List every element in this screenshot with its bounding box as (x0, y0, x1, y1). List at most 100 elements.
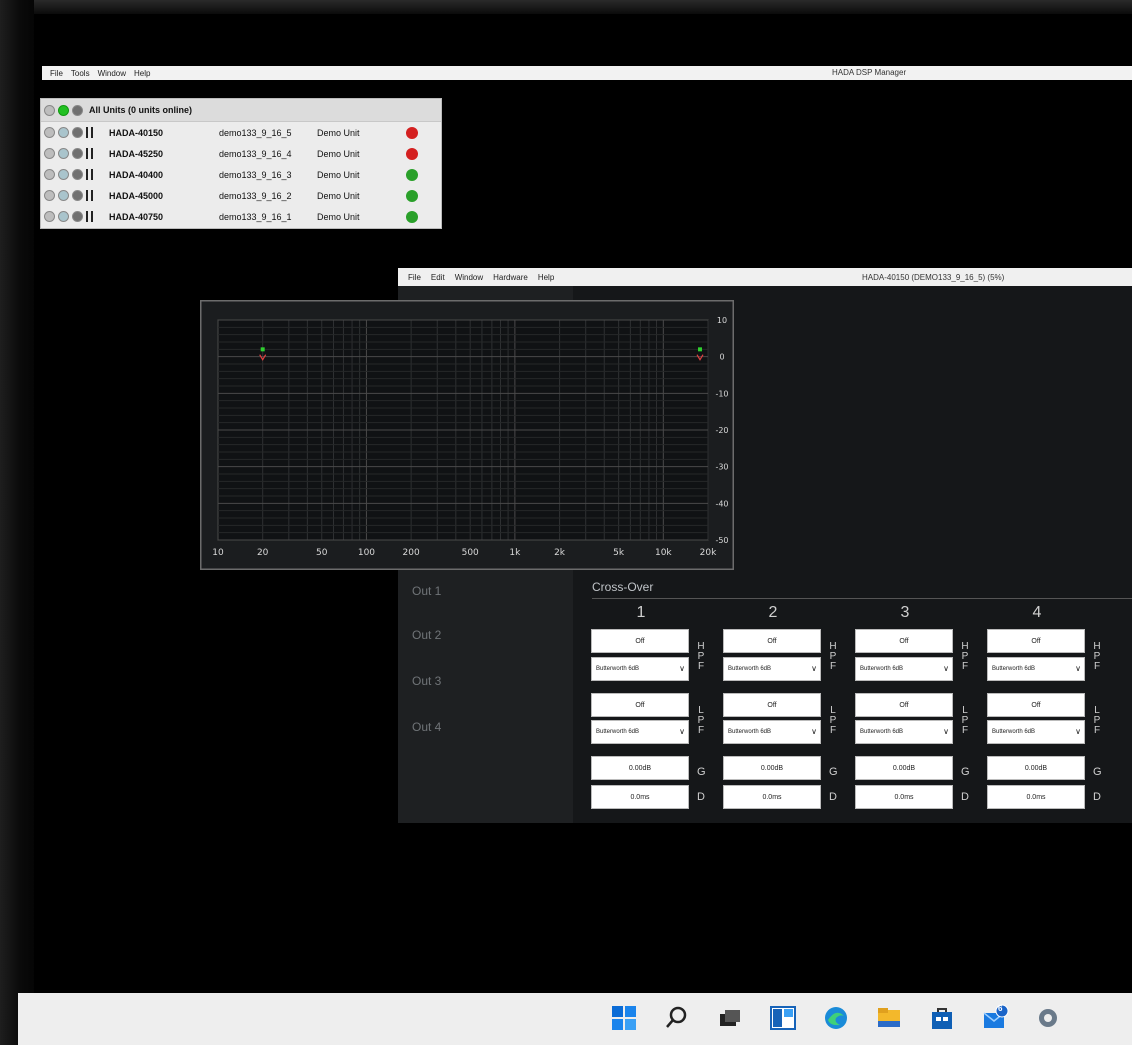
x-tick-label: 200 (403, 548, 420, 558)
collapse-icon[interactable] (44, 169, 55, 180)
hpf-type-select[interactable]: Butterworth 6dB ∨ (723, 657, 821, 681)
dsp-menubar: File Edit Window Hardware Help HADA-4015… (398, 268, 1132, 286)
pause-icon[interactable] (86, 190, 93, 201)
link-icon[interactable] (72, 190, 83, 201)
delay-field[interactable]: 0.0ms (987, 785, 1085, 809)
chevron-down-icon: ∨ (811, 727, 817, 736)
edge-icon[interactable] (822, 1004, 850, 1032)
chevron-down-icon: ∨ (811, 664, 817, 673)
x-tick-label: 500 (462, 548, 479, 558)
dsp-menu-help[interactable]: Help (538, 273, 554, 282)
unit-row[interactable]: HADA-40750 demo133_9_16_1 Demo Unit (41, 206, 441, 227)
x-tick-label: 5k (613, 548, 625, 558)
hpf-frequency-field[interactable]: Off (855, 629, 953, 653)
unit-row[interactable]: HADA-45250 demo133_9_16_4 Demo Unit (41, 143, 441, 164)
y-tick-label: 10 (717, 316, 727, 325)
task-view-icon[interactable] (716, 1004, 744, 1032)
status-icon[interactable] (406, 168, 418, 181)
gain-label: G (829, 766, 838, 778)
status-icon[interactable] (406, 189, 418, 202)
collapse-icon[interactable] (44, 190, 55, 201)
pause-icon[interactable] (86, 169, 93, 180)
collapse-icon[interactable] (44, 148, 55, 159)
dsp-menu-edit[interactable]: Edit (431, 273, 445, 282)
nav-item-out-3[interactable]: Out 3 (412, 674, 441, 688)
link-icon[interactable] (72, 127, 83, 138)
file-explorer-icon[interactable] (875, 1004, 903, 1032)
hpf-type-value: Butterworth 6dB (992, 666, 1036, 672)
hpf-label: HPF (1093, 641, 1101, 672)
collapse-icon[interactable] (44, 127, 55, 138)
gain-field[interactable]: 0.00dB (855, 756, 953, 780)
pause-icon[interactable] (86, 148, 93, 159)
delay-label: D (961, 791, 969, 803)
hpf-type-select[interactable]: Butterworth 6dB ∨ (987, 657, 1085, 681)
pause-icon[interactable] (86, 127, 93, 138)
lpf-type-select[interactable]: Butterworth 6dB ∨ (591, 720, 689, 744)
lpf-type-select[interactable]: Butterworth 6dB ∨ (723, 720, 821, 744)
link-icon[interactable] (72, 169, 83, 180)
gain-field[interactable]: 0.00dB (723, 756, 821, 780)
hpf-frequency-field[interactable]: Off (987, 629, 1085, 653)
menu-window[interactable]: Window (98, 69, 126, 78)
search-icon[interactable] (663, 1004, 691, 1032)
menu-help[interactable]: Help (134, 69, 150, 78)
lpf-type-select[interactable]: Butterworth 6dB ∨ (855, 720, 953, 744)
nav-item-out-2[interactable]: Out 2 (412, 628, 441, 642)
dsp-window-title: HADA-40150 (DEMO133_9_16_5) (5%) (862, 273, 1005, 282)
gain-field[interactable]: 0.00dB (591, 756, 689, 780)
file-explorer-icon-graphic (878, 1008, 900, 1027)
edge-icon-graphic (825, 1007, 847, 1029)
channel-number: 1 (636, 604, 646, 621)
dsp-menu-window[interactable]: Window (455, 273, 483, 282)
lpf-frequency-field[interactable]: Off (723, 693, 821, 717)
chevron-down-icon: ∨ (679, 727, 685, 736)
mail-badge: 6 (998, 1004, 1003, 1013)
gain-field[interactable]: 0.00dB (987, 756, 1085, 780)
pause-icon[interactable] (86, 211, 93, 222)
lpf-frequency-field[interactable]: Off (591, 693, 689, 717)
nav-item-out-4[interactable]: Out 4 (412, 720, 441, 734)
dsp-menu-file[interactable]: File (408, 273, 421, 282)
crossover-divider (592, 598, 1132, 599)
lpf-frequency-field[interactable]: Off (987, 693, 1085, 717)
link-icon[interactable] (72, 211, 83, 222)
hpf-frequency-field[interactable]: Off (723, 629, 821, 653)
unit-description: Demo Unit (317, 190, 360, 201)
widgets-icon[interactable] (769, 1004, 797, 1032)
nav-item-out-1[interactable]: Out 1 (412, 584, 441, 598)
status-icon[interactable] (406, 210, 418, 223)
settings-icon[interactable] (1034, 1004, 1062, 1032)
delay-field[interactable]: 0.0ms (723, 785, 821, 809)
menu-file[interactable]: File (50, 69, 63, 78)
status-icon[interactable] (406, 126, 418, 139)
device-icon (58, 169, 69, 180)
lpf-label: LPF (1093, 705, 1101, 736)
main-menubar: File Tools Window Help HADA DSP Manager (42, 66, 1132, 80)
chevron-down-icon: ∨ (679, 664, 685, 673)
delay-field[interactable]: 0.0ms (591, 785, 689, 809)
lpf-type-select[interactable]: Butterworth 6dB ∨ (987, 720, 1085, 744)
delay-field[interactable]: 0.0ms (855, 785, 953, 809)
menu-tools[interactable]: Tools (71, 69, 90, 78)
lpf-frequency-field[interactable]: Off (855, 693, 953, 717)
status-icon[interactable] (406, 147, 418, 160)
unit-row[interactable]: HADA-45000 demo133_9_16_2 Demo Unit (41, 185, 441, 206)
mail-icon[interactable]: 6 (981, 1004, 1009, 1032)
y-tick-label: -30 (715, 463, 728, 472)
dsp-menu-hardware[interactable]: Hardware (493, 273, 528, 282)
store-icon[interactable] (928, 1004, 956, 1032)
hpf-type-select[interactable]: Butterworth 6dB ∨ (855, 657, 953, 681)
y-tick-label: -20 (715, 426, 728, 435)
collapse-icon[interactable] (44, 211, 55, 222)
lpf-type-value: Butterworth 6dB (728, 729, 772, 735)
start-icon[interactable] (610, 1004, 638, 1032)
x-tick-label: 50 (316, 548, 328, 558)
hpf-type-select[interactable]: Butterworth 6dB ∨ (591, 657, 689, 681)
unit-row[interactable]: HADA-40150 demo133_9_16_5 Demo Unit (41, 122, 441, 143)
hpf-frequency-field[interactable]: Off (591, 629, 689, 653)
link-icon[interactable] (72, 148, 83, 159)
unit-row[interactable]: HADA-40400 demo133_9_16_3 Demo Unit (41, 164, 441, 185)
delay-label: D (829, 791, 837, 803)
collapse-icon[interactable] (44, 104, 55, 116)
